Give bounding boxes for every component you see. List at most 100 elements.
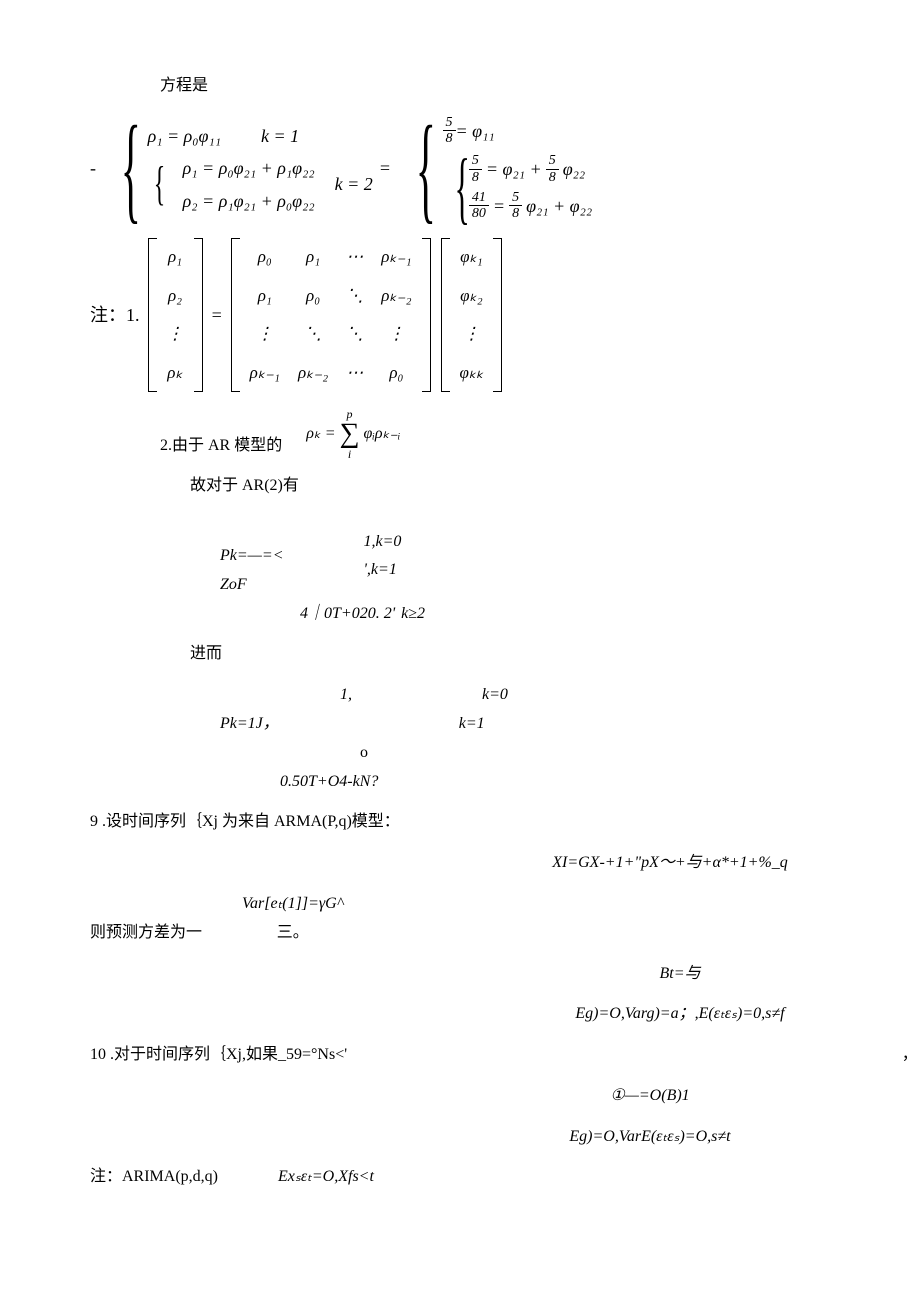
pk2-o: o [220, 739, 920, 768]
m-2: ⋯ [346, 242, 363, 273]
sum-body: φᵢρₖ₋ᵢ [364, 420, 401, 449]
rhs-b-mid: = φ₂₁ + [486, 153, 542, 185]
left-brace-outer: { [121, 120, 141, 216]
m-14: ⋯ [346, 358, 363, 389]
thus-text: 进而 [80, 640, 920, 669]
m-1: ρ₁ [306, 242, 320, 273]
vr-2: ⋮ [463, 319, 480, 350]
m-6: ⋱ [346, 281, 363, 312]
matrix-eq: = [211, 299, 223, 331]
q10-label-row: 10 .对于时间序列｛Xj,如果_59=°Ns<' ， 则 X,～(d)o [80, 1041, 920, 1070]
pk1-r1: 1,k=0 [364, 528, 402, 557]
q10-eq2: Eg)=O,VarE(εₜεₛ)=O,s≠t [80, 1123, 920, 1152]
q9-label-text: 9 .设时间序列｛Xj 为来自 ARMA(P,q)模型： [90, 813, 400, 830]
frac-c-l-den: 80 [469, 206, 489, 221]
vec-left: ρ₁ ρ₂ ⋮ ρₖ [159, 236, 192, 394]
m-5: ρ₀ [306, 281, 320, 312]
m-4: ρ₁ [258, 281, 272, 312]
right-bracket-1 [194, 238, 203, 392]
q10-bt: Bt=与 [80, 960, 920, 989]
case-line1-k: k = 1 [261, 120, 299, 152]
m-15: ρ₀ [389, 358, 403, 389]
rhs-c-eq: = [493, 190, 505, 222]
pk-cases-1: Pk=—=< ZoF 1,k=0 ',k=1 4｜0T+020. 2' k≥2 [80, 513, 920, 628]
note1-matrix: 注：1. ρ₁ ρ₂ ⋮ ρₖ = ρ₀ ρ₁ ⋯ ρₖ₋₁ ρ₁ ρ₀ ⋱ ρ… [80, 236, 920, 394]
rhs-a-eq: = φ₁₁ [456, 115, 495, 147]
m-3: ρₖ₋₁ [381, 242, 411, 273]
right-bracket-2 [422, 238, 431, 392]
vl-2: ⋮ [167, 319, 184, 350]
m-9: ⋱ [305, 319, 322, 350]
q9-footer-left: 则预测方差为一 [90, 919, 202, 948]
m-11: ⋮ [388, 319, 405, 350]
frac-a-num: 5 [443, 115, 456, 131]
frac-b-r-den: 8 [546, 170, 559, 185]
q10-label: 10 .对于时间序列｛Xj,如果_59=°Ns<' [90, 1041, 347, 1070]
q10-eq1: ①—=O(B)1 [80, 1082, 920, 1111]
inner-left-brace: { [153, 165, 165, 203]
q10-eq1-text: ①—=O(B)1 [610, 1087, 689, 1104]
pk2-k2: k=1 [459, 710, 485, 739]
thus-label: 进而 [190, 645, 222, 662]
vec-right: φₖ₁ φₖ₂ ⋮ φₖₖ [452, 236, 492, 394]
pk1-k3: k≥2 [401, 600, 425, 629]
sum-bot: i [348, 448, 351, 460]
frac-b-r-num: 5 [546, 153, 559, 169]
vl-0: ρ₁ [168, 242, 182, 273]
frac-c-r-num: 5 [509, 190, 522, 206]
q9-footer: 则预测方差为一 Var[eₜ(1]]=γG^ 三。 [80, 890, 920, 948]
ar2-text: 故对于 AR(2)有 [190, 477, 299, 494]
pk1-lhs: Pk=—=< [220, 542, 284, 571]
left-bracket-1 [148, 238, 157, 392]
rhs-b-end: φ₂₂ [563, 153, 585, 185]
right-inner-brace: { [454, 156, 469, 220]
pk1-r3: 4｜0T+020. 2' [300, 600, 395, 629]
m-12: ρₖ₋₁ [250, 358, 280, 389]
matrix-main: ρ₀ ρ₁ ⋯ ρₖ₋₁ ρ₁ ρ₀ ⋱ ρₖ₋₂ ⋮ ⋱ ⋱ ⋮ ρₖ₋₁ ρ… [242, 236, 420, 394]
vl-1: ρ₂ [168, 281, 182, 312]
q10-eg1-text: Eg)=O,Varg)=a；,E(εₜεₛ)=0,s≠f [575, 1005, 784, 1022]
case-line2-k: k = 2 [335, 168, 373, 200]
left-bracket-3 [441, 238, 450, 392]
note1-label: 注：1. [90, 299, 140, 331]
q10-eq2-text: Eg)=O,VarE(εₜεₛ)=O,s≠t [569, 1128, 730, 1145]
equation-system-1: - { ρ₁ = ρ₀φ₁₁ k = 1 { ρ₁ = ρ₀φ₂₁ + ρ₁φ₂… [80, 115, 920, 222]
case-line2a: ρ₁ = ρ₀φ₂₁ + ρ₁φ₂₂ [183, 152, 315, 184]
intro-text: 方程是 [80, 72, 920, 101]
m-7: ρₖ₋₂ [381, 281, 411, 312]
vr-0: φₖ₁ [460, 242, 483, 273]
sigma-icon: ∑ [340, 420, 360, 448]
q10-footer-label: 注：ARIMA(p,d,q) [90, 1163, 218, 1192]
pk2-r1: 1, [340, 681, 352, 710]
frac-b-l-num: 5 [469, 153, 482, 169]
m-13: ρₖ₋₂ [298, 358, 328, 389]
vl-3: ρₖ [167, 358, 182, 389]
equals-sign: = [379, 152, 391, 184]
right-system-brace-outer: { [416, 120, 436, 216]
m-10: ⋱ [346, 319, 363, 350]
q9-footer-var: Var[eₜ(1]]=γG^ [242, 890, 343, 919]
q9-footer-bot: 三。 [277, 919, 309, 948]
vr-3: φₖₖ [460, 358, 484, 389]
q9-eq-text: XI=GX-+1+"pX～+与+α*+1+%_q [552, 854, 788, 871]
note2-follow: 故对于 AR(2)有 [80, 472, 920, 501]
q10-footer: 注：ARIMA(p,d,q) Exₛεₜ=O,Xfs<t [80, 1163, 920, 1192]
rho-k-eq: ρₖ = [306, 420, 335, 449]
case-line2b: ρ₂ = ρ₁φ₂₁ + ρ₀φ₂₂ [183, 185, 315, 217]
q10-tail: ， 则 X,～(d)o [902, 1041, 920, 1070]
right-bracket-3 [493, 238, 502, 392]
pk2-k1: k=0 [482, 681, 508, 710]
m-8: ⋮ [256, 319, 273, 350]
frac-c-r-den: 8 [509, 206, 522, 221]
frac-b-l-den: 8 [469, 170, 482, 185]
q10-bt-text: Bt=与 [659, 965, 700, 982]
pk1-sub: ZoF [220, 571, 284, 600]
pk1-r2: ',k=1 [364, 556, 402, 585]
q9-label: 9 .设时间序列｛Xj 为来自 ARMA(P,q)模型： [80, 808, 920, 837]
intro-label: 方程是 [160, 77, 208, 94]
m-0: ρ₀ [258, 242, 272, 273]
q10-ex: Exₛεₜ=O,Xfs<t [278, 1163, 374, 1192]
pk2-lhs: Pk=1J， [220, 710, 279, 739]
vr-1: φₖ₂ [460, 281, 483, 312]
note2-line: 2.由于 AR 模型的 ρₖ = p ∑ i φᵢρₖ₋ᵢ [80, 408, 920, 460]
